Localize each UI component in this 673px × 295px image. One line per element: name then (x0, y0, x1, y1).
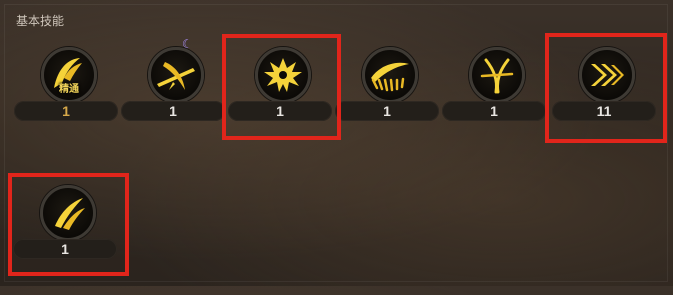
skill-slot-2[interactable]: ☾ 1 (121, 37, 225, 157)
highlight-box (8, 173, 129, 276)
skill-level: 1 (62, 103, 70, 119)
skill-level: 1 (383, 103, 391, 119)
level-bar: 1 (121, 101, 225, 121)
section-title: 基本技能 (16, 14, 65, 28)
crescent-slash-icon: 精通 (41, 47, 97, 103)
triple-slash-icon (469, 47, 525, 103)
skill-slot-5[interactable]: 1 (442, 47, 546, 157)
skill-slot-4[interactable]: 1 (335, 47, 439, 157)
skill-level: 1 (169, 103, 177, 119)
skill-slot-1[interactable]: 精通 1 (14, 47, 118, 157)
highlight-box (545, 33, 667, 143)
highlight-box (222, 34, 341, 140)
sword-cross-slash-icon (148, 47, 204, 103)
mastery-badge: 精通 (59, 84, 79, 95)
level-bar: 1 (442, 101, 546, 121)
moon-icon: ☾ (182, 37, 193, 51)
level-bar: 1 (14, 101, 118, 121)
skill-level: 1 (490, 103, 498, 119)
level-bar: 1 (335, 101, 439, 121)
sweeping-arc-icon (362, 47, 418, 103)
